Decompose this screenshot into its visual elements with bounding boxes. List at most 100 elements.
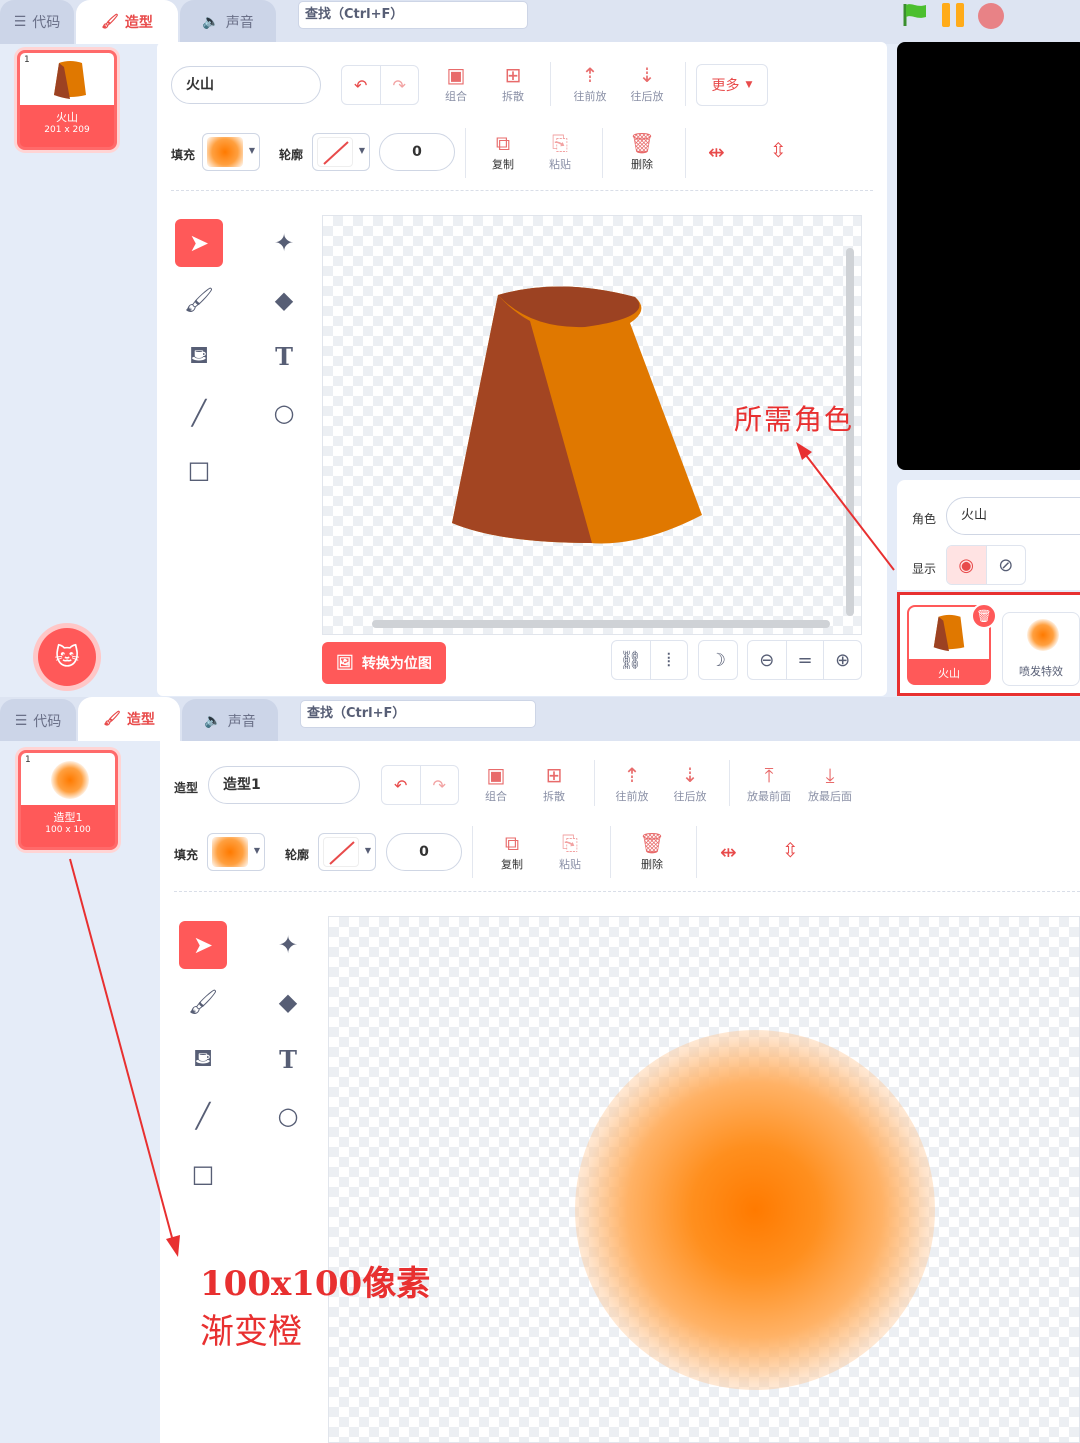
circle-tool-2[interactable]: ○	[264, 1092, 312, 1140]
group-button-2[interactable]: ▣ 组合	[466, 762, 526, 804]
outline-width-input[interactable]: 0	[379, 133, 455, 171]
tab-code-2[interactable]: ☰ 代码	[0, 699, 76, 743]
outline-color-picker[interactable]: ▼	[312, 133, 370, 171]
fill-color-picker-2[interactable]: ▼	[207, 833, 265, 871]
copy-button-2[interactable]: ⧉ 复制	[482, 830, 542, 872]
outline-width-input-2[interactable]: 0	[386, 833, 462, 871]
flip-vertical-icon[interactable]: ⇳	[770, 138, 787, 162]
trash-icon: 🗑	[639, 831, 665, 855]
moon-icon[interactable]: ☽	[699, 641, 737, 679]
flip-horizontal-icon-2[interactable]: ⇹	[720, 840, 737, 864]
paste-icon: ⎘	[552, 131, 568, 155]
flip-vertical-icon-2[interactable]: ⇳	[782, 838, 799, 862]
redo-icon[interactable]: ↷	[379, 66, 419, 104]
stop-icon[interactable]	[978, 3, 1004, 29]
forward-button-2[interactable]: ⇡ 往前放	[602, 762, 662, 804]
text-tool[interactable]: T	[260, 332, 308, 380]
redo-icon[interactable]: ↷	[419, 766, 459, 804]
sprite-delete-icon[interactable]: 🗑	[971, 603, 997, 629]
eraser-tool[interactable]: ◆	[260, 276, 308, 324]
waveform-icon[interactable]: ⦙	[649, 641, 688, 679]
code-icon: ☰	[13, 14, 27, 30]
speaker-icon: 🔈	[202, 14, 220, 30]
arrow-down-icon: ⇣	[681, 763, 699, 787]
forward-button[interactable]: ⇡ 往前放	[560, 62, 620, 104]
circle-tool[interactable]: ○	[260, 389, 308, 437]
show-eye-icon[interactable]: ◉	[947, 546, 986, 584]
tab-code[interactable]: ☰ 代码	[0, 0, 74, 44]
paste-button[interactable]: ⎘ 粘贴	[530, 130, 590, 172]
cat-icon: 🐱	[54, 643, 80, 671]
volcano-shape[interactable]	[440, 275, 720, 555]
undo-icon[interactable]: ↶	[342, 66, 380, 104]
tab-costume-2[interactable]: 🖌 造型	[78, 697, 180, 741]
pause-icon[interactable]	[942, 3, 966, 27]
group-button[interactable]: ▣ 组合	[426, 62, 486, 104]
brush-tool[interactable]: 🖌	[175, 276, 223, 324]
more-button[interactable]: 更多 ▼	[696, 64, 768, 106]
reshape-tool[interactable]: ✦	[260, 219, 308, 267]
flip-horizontal-icon[interactable]: ⇹	[708, 140, 725, 164]
reshape-tool-2[interactable]: ✦	[264, 921, 312, 969]
add-costume-button[interactable]: 🐱	[38, 628, 96, 686]
costume-thumb-volcano[interactable]: 1 火山 201 x 209	[17, 50, 117, 150]
backward-button-2[interactable]: ⇣ 往后放	[660, 762, 720, 804]
annotation-gradient: 渐变橙	[200, 1312, 302, 1352]
fill-tool[interactable]: ⛾	[175, 332, 223, 380]
costume-name-input[interactable]: 火山	[171, 66, 321, 104]
back-button[interactable]: ⤓ 放最后面	[800, 762, 860, 804]
zoom-controls: ⊖ = ⊕	[747, 640, 862, 680]
horizontal-scrollbar[interactable]	[372, 620, 830, 628]
costume-name-input-2[interactable]: 造型1	[208, 766, 360, 804]
rectangle-tool[interactable]: □	[175, 446, 223, 494]
search-input[interactable]: 查找（Ctrl+F）	[298, 1, 528, 29]
trash-icon: 🗑	[629, 131, 655, 155]
group-icon: ▣	[446, 63, 466, 87]
volcano-sprite-icon	[933, 614, 965, 652]
convert-bitmap-button[interactable]: 🖼 转换为位图	[322, 642, 446, 684]
select-tool[interactable]: ➤	[175, 219, 223, 267]
costume-thumb-1[interactable]: 1 造型1 100 x 100	[18, 750, 118, 850]
ungroup-icon: ⊞	[504, 63, 522, 87]
fill-color-picker[interactable]: ▼	[202, 133, 260, 171]
search-input-2[interactable]: 查找（Ctrl+F）	[300, 700, 536, 728]
tab-costume[interactable]: 🖌 造型	[76, 0, 178, 44]
line-tool[interactable]: ╱	[175, 389, 223, 437]
annotation-required-sprite: 所需角色	[734, 403, 855, 436]
orange-gradient-shape[interactable]	[575, 1030, 935, 1390]
delete-button-2[interactable]: 🗑 删除	[622, 830, 682, 872]
backward-button[interactable]: ⇣ 往后放	[617, 62, 677, 104]
delete-button[interactable]: 🗑 删除	[612, 130, 672, 172]
gradient-thumb-icon	[51, 761, 89, 799]
ungroup-button-2[interactable]: ⊞ 拆散	[524, 762, 584, 804]
brush-mode-group: ⛓ ⦙	[611, 640, 688, 680]
sprite-name-input[interactable]: 火山	[946, 497, 1080, 535]
copy-icon: ⧉	[495, 131, 511, 155]
front-button[interactable]: ⤒ 放最前面	[739, 762, 799, 804]
copy-button[interactable]: ⧉ 复制	[473, 130, 533, 172]
tab-sound-2[interactable]: 🔈 声音	[182, 699, 278, 743]
caret-down-icon: ▼	[248, 146, 255, 155]
annotation-size: 100x100像素	[200, 1264, 431, 1304]
show-toggle-group: ◉ ⊘	[946, 545, 1026, 585]
tab-sound[interactable]: 🔈 声音	[180, 0, 276, 44]
brush-icon: 🖌	[103, 711, 121, 727]
undo-icon[interactable]: ↶	[382, 766, 420, 804]
hide-eye-icon[interactable]: ⊘	[985, 546, 1026, 584]
text-tool-2[interactable]: T	[264, 1035, 312, 1083]
sprite-item-eruption[interactable]: 喷发特效	[1002, 612, 1080, 686]
paste-icon: ⎘	[562, 831, 578, 855]
smooth-icon[interactable]: ⛓	[612, 641, 650, 679]
outline-color-picker-2[interactable]: ▼	[318, 833, 376, 871]
arrow-up-icon: ⇡	[623, 763, 641, 787]
zoom-reset-icon[interactable]: =	[785, 641, 824, 679]
brush-icon: 🖌	[101, 14, 119, 30]
group-icon: ▣	[486, 763, 506, 787]
green-flag-icon[interactable]	[902, 2, 930, 28]
paste-button-2[interactable]: ⎘ 粘贴	[540, 830, 600, 872]
zoom-out-icon[interactable]: ⊖	[748, 641, 786, 679]
ungroup-button[interactable]: ⊞ 拆散	[483, 62, 543, 104]
stage[interactable]	[897, 42, 1080, 470]
eraser-tool-2[interactable]: ◆	[264, 978, 312, 1026]
zoom-in-icon[interactable]: ⊕	[823, 641, 861, 679]
